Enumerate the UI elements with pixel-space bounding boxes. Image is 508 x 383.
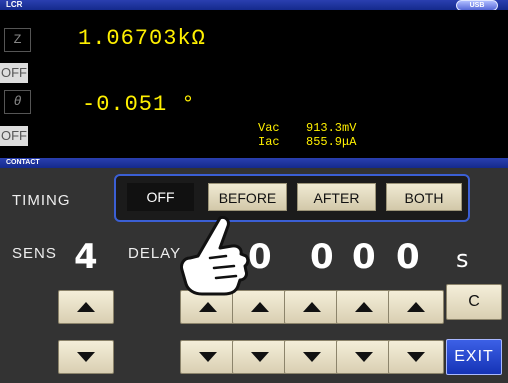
monitor-v-label: Vac [258, 121, 280, 135]
monitor-i-label: Iac [258, 135, 280, 149]
monitor-i-value: 855.9μA [306, 135, 357, 149]
title-bar: LCR USB [0, 0, 508, 11]
param3-value: -0.051 ° [82, 92, 196, 117]
delay-digit-3-down-button[interactable] [284, 340, 340, 374]
delay-label: DELAY [128, 245, 182, 262]
param4-selector[interactable]: OFF [0, 126, 28, 146]
timing-option-both[interactable]: BOTH [386, 183, 462, 211]
section-header: CONTACT [0, 158, 508, 168]
measurement-display: Z 1.06703kΩ OFF θ -0.051 ° OFF Vac 913.3… [0, 10, 508, 158]
delay-digit-1-down-button[interactable] [180, 340, 236, 374]
triangle-down-icon [355, 352, 373, 362]
delay-digit-4-down-button[interactable] [336, 340, 392, 374]
window-title: LCR [6, 0, 23, 9]
clear-button-label: C [468, 293, 480, 310]
delay-digit-1: 0 [248, 237, 272, 277]
param1-selector[interactable]: Z [4, 28, 31, 52]
sens-value: 4 [74, 237, 98, 277]
delay-unit: s [456, 245, 469, 273]
delay-digit-2-down-button[interactable] [232, 340, 288, 374]
param2-selector[interactable]: OFF [0, 63, 28, 83]
param3-selector[interactable]: θ [4, 90, 31, 114]
triangle-down-icon [77, 352, 95, 362]
triangle-up-icon [303, 302, 321, 312]
sens-up-button[interactable] [58, 290, 114, 324]
delay-digit-4-up-button[interactable] [336, 290, 392, 324]
timing-option-before[interactable]: BEFORE [208, 183, 287, 211]
pointing-hand-icon [180, 216, 250, 296]
triangle-up-icon [251, 302, 269, 312]
delay-digit-4: 0 [396, 237, 420, 277]
timing-label: TIMING [12, 192, 71, 209]
triangle-up-icon [77, 302, 95, 312]
section-title: CONTACT [6, 159, 40, 166]
timing-option-off[interactable]: OFF [127, 183, 194, 211]
clear-button[interactable]: C [446, 284, 502, 320]
triangle-down-icon [407, 352, 425, 362]
triangle-down-icon [251, 352, 269, 362]
exit-button[interactable]: EXIT [446, 339, 502, 375]
delay-digit-3: 0 [352, 237, 376, 277]
triangle-up-icon [355, 302, 373, 312]
monitor-v-value: 913.3mV [306, 121, 357, 135]
delay-digit-5-up-button[interactable] [388, 290, 444, 324]
triangle-up-icon [407, 302, 425, 312]
delay-digit-2: 0 [310, 237, 334, 277]
delay-digit-3-up-button[interactable] [284, 290, 340, 324]
timing-option-after[interactable]: AFTER [297, 183, 376, 211]
triangle-down-icon [303, 352, 321, 362]
triangle-down-icon [199, 352, 217, 362]
sens-label: SENS [12, 245, 57, 262]
lcr-screen: LCR USB Z 1.06703kΩ OFF θ -0.051 ° OFF V… [0, 0, 508, 383]
delay-digit-5-down-button[interactable] [388, 340, 444, 374]
triangle-up-icon [199, 302, 217, 312]
sens-down-button[interactable] [58, 340, 114, 374]
settings-panel: TIMING OFF BEFORE AFTER BOTH SENS 4 DELA… [0, 168, 508, 383]
param1-value: 1.06703kΩ [78, 26, 206, 51]
